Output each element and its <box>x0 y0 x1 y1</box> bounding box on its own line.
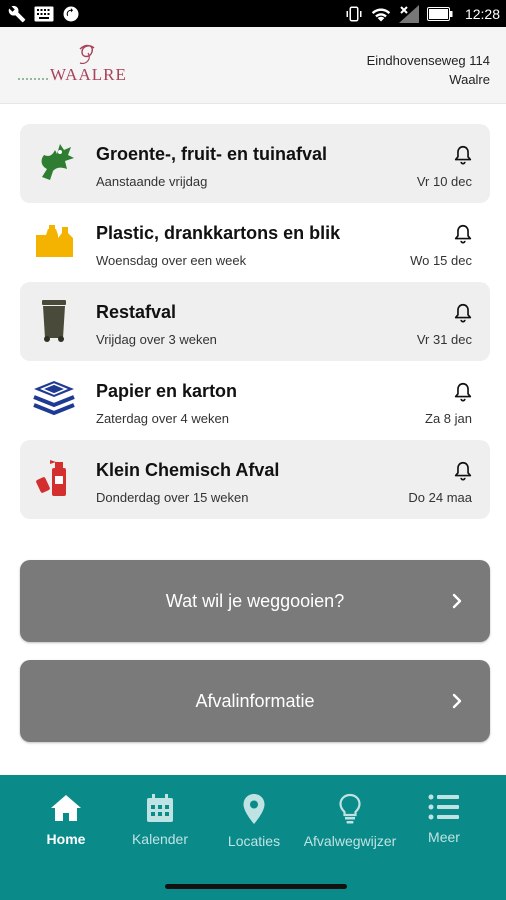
plastic-bottles-icon <box>36 225 73 257</box>
collection-subtitle: Aanstaande vrijdag <box>96 174 208 189</box>
paper-stack-icon <box>33 381 75 416</box>
home-indicator[interactable] <box>165 884 347 889</box>
collection-date: Za 8 jan <box>425 411 472 426</box>
calendar-icon <box>147 794 173 822</box>
nav-home-label: Home <box>46 831 86 847</box>
status-bar: 12:28 <box>0 0 506 27</box>
location-pin-icon <box>243 794 265 824</box>
nav-locaties-label: Locaties <box>227 833 281 849</box>
collection-subtitle: Woensdag over een week <box>96 253 247 268</box>
nav-kalender-label: Kalender <box>131 831 189 847</box>
wrench-icon <box>8 5 26 22</box>
what-to-throw-label: Wat wil je weggooien? <box>165 590 345 611</box>
menu-list-icon <box>428 794 459 820</box>
vibrate-icon <box>346 6 362 21</box>
logo-text: WAALRE <box>50 65 127 84</box>
collection-row-papier[interactable]: Papier en karton Zaterdag over 4 weken Z… <box>20 361 490 440</box>
nav-meer[interactable]: Meer <box>396 793 492 853</box>
battery-icon <box>426 6 453 21</box>
collection-row-gft[interactable]: Groente-, fruit- en tuinafval Aanstaande… <box>20 124 490 203</box>
bell-icon[interactable] <box>452 380 474 404</box>
collection-row-restafval[interactable]: Restafval Vrijdag over 3 weken Vr 31 dec <box>20 282 490 361</box>
collection-title: Klein Chemisch Afval <box>96 460 280 480</box>
address-city: Waalre <box>449 72 490 87</box>
chevron-right-icon <box>452 693 462 709</box>
lightbulb-icon <box>339 793 361 824</box>
collection-title: Papier en karton <box>96 381 238 401</box>
gft-leaf-icon <box>41 144 74 180</box>
app-header: WAALRE Eindhovenseweg 114 Waalre <box>0 27 506 104</box>
collection-subtitle: Donderdag over 15 weken <box>96 490 249 505</box>
collection-date: Wo 15 dec <box>410 253 472 268</box>
collection-date: Do 24 maa <box>408 490 472 505</box>
bell-icon[interactable] <box>452 301 474 325</box>
address[interactable]: Eindhovenseweg 114 Waalre <box>367 51 490 89</box>
collection-title: Plastic, drankkartons en blik <box>96 223 341 243</box>
bell-icon[interactable] <box>452 222 474 246</box>
nav-meer-label: Meer <box>428 829 460 845</box>
bell-icon[interactable] <box>452 459 474 483</box>
waalre-logo: WAALRE <box>18 41 128 91</box>
collection-row-kca[interactable]: Klein Chemisch Afval Donderdag over 15 w… <box>20 440 490 519</box>
what-to-throw-button[interactable]: Wat wil je weggooien? <box>20 560 490 642</box>
address-street: Eindhovenseweg 114 <box>366 53 490 68</box>
collection-row-plastic[interactable]: Plastic, drankkartons en blik Woensdag o… <box>20 203 490 282</box>
nav-kalender[interactable]: Kalender <box>112 793 208 853</box>
collection-title: Groente-, fruit- en tuinafval <box>96 144 328 164</box>
clock: 12:28 <box>464 5 500 22</box>
waste-info-button[interactable]: Afvalinformatie <box>20 660 490 742</box>
nav-home[interactable]: Home <box>18 793 114 853</box>
nav-afvalwegwijzer-label: Afvalwegwijzer <box>303 833 397 849</box>
collection-date: Vr 10 dec <box>416 174 472 189</box>
wheelie-bin-icon <box>42 300 66 342</box>
home-icon <box>51 795 81 821</box>
wifi-icon <box>371 8 391 21</box>
signal-icon <box>398 4 419 23</box>
chemical-spray-icon <box>36 460 66 496</box>
collection-subtitle: Vrijdag over 3 weken <box>96 332 217 347</box>
bottom-navigation: Home Kalender Locaties Afvalwegwijzer Me… <box>0 775 506 900</box>
collection-title: Restafval <box>96 302 177 322</box>
collection-subtitle: Zaterdag over 4 weken <box>96 411 229 426</box>
nav-locaties[interactable]: Locaties <box>206 793 302 853</box>
nav-afvalwegwijzer[interactable]: Afvalwegwijzer <box>300 793 400 853</box>
keyboard-icon <box>34 6 54 21</box>
sync-icon <box>63 6 79 21</box>
collection-date: Vr 31 dec <box>416 332 472 347</box>
waste-info-label: Afvalinformatie <box>195 690 315 711</box>
collection-list: Groente-, fruit- en tuinafval Aanstaande… <box>20 124 490 519</box>
chevron-right-icon <box>452 593 462 609</box>
bell-icon[interactable] <box>452 143 474 167</box>
